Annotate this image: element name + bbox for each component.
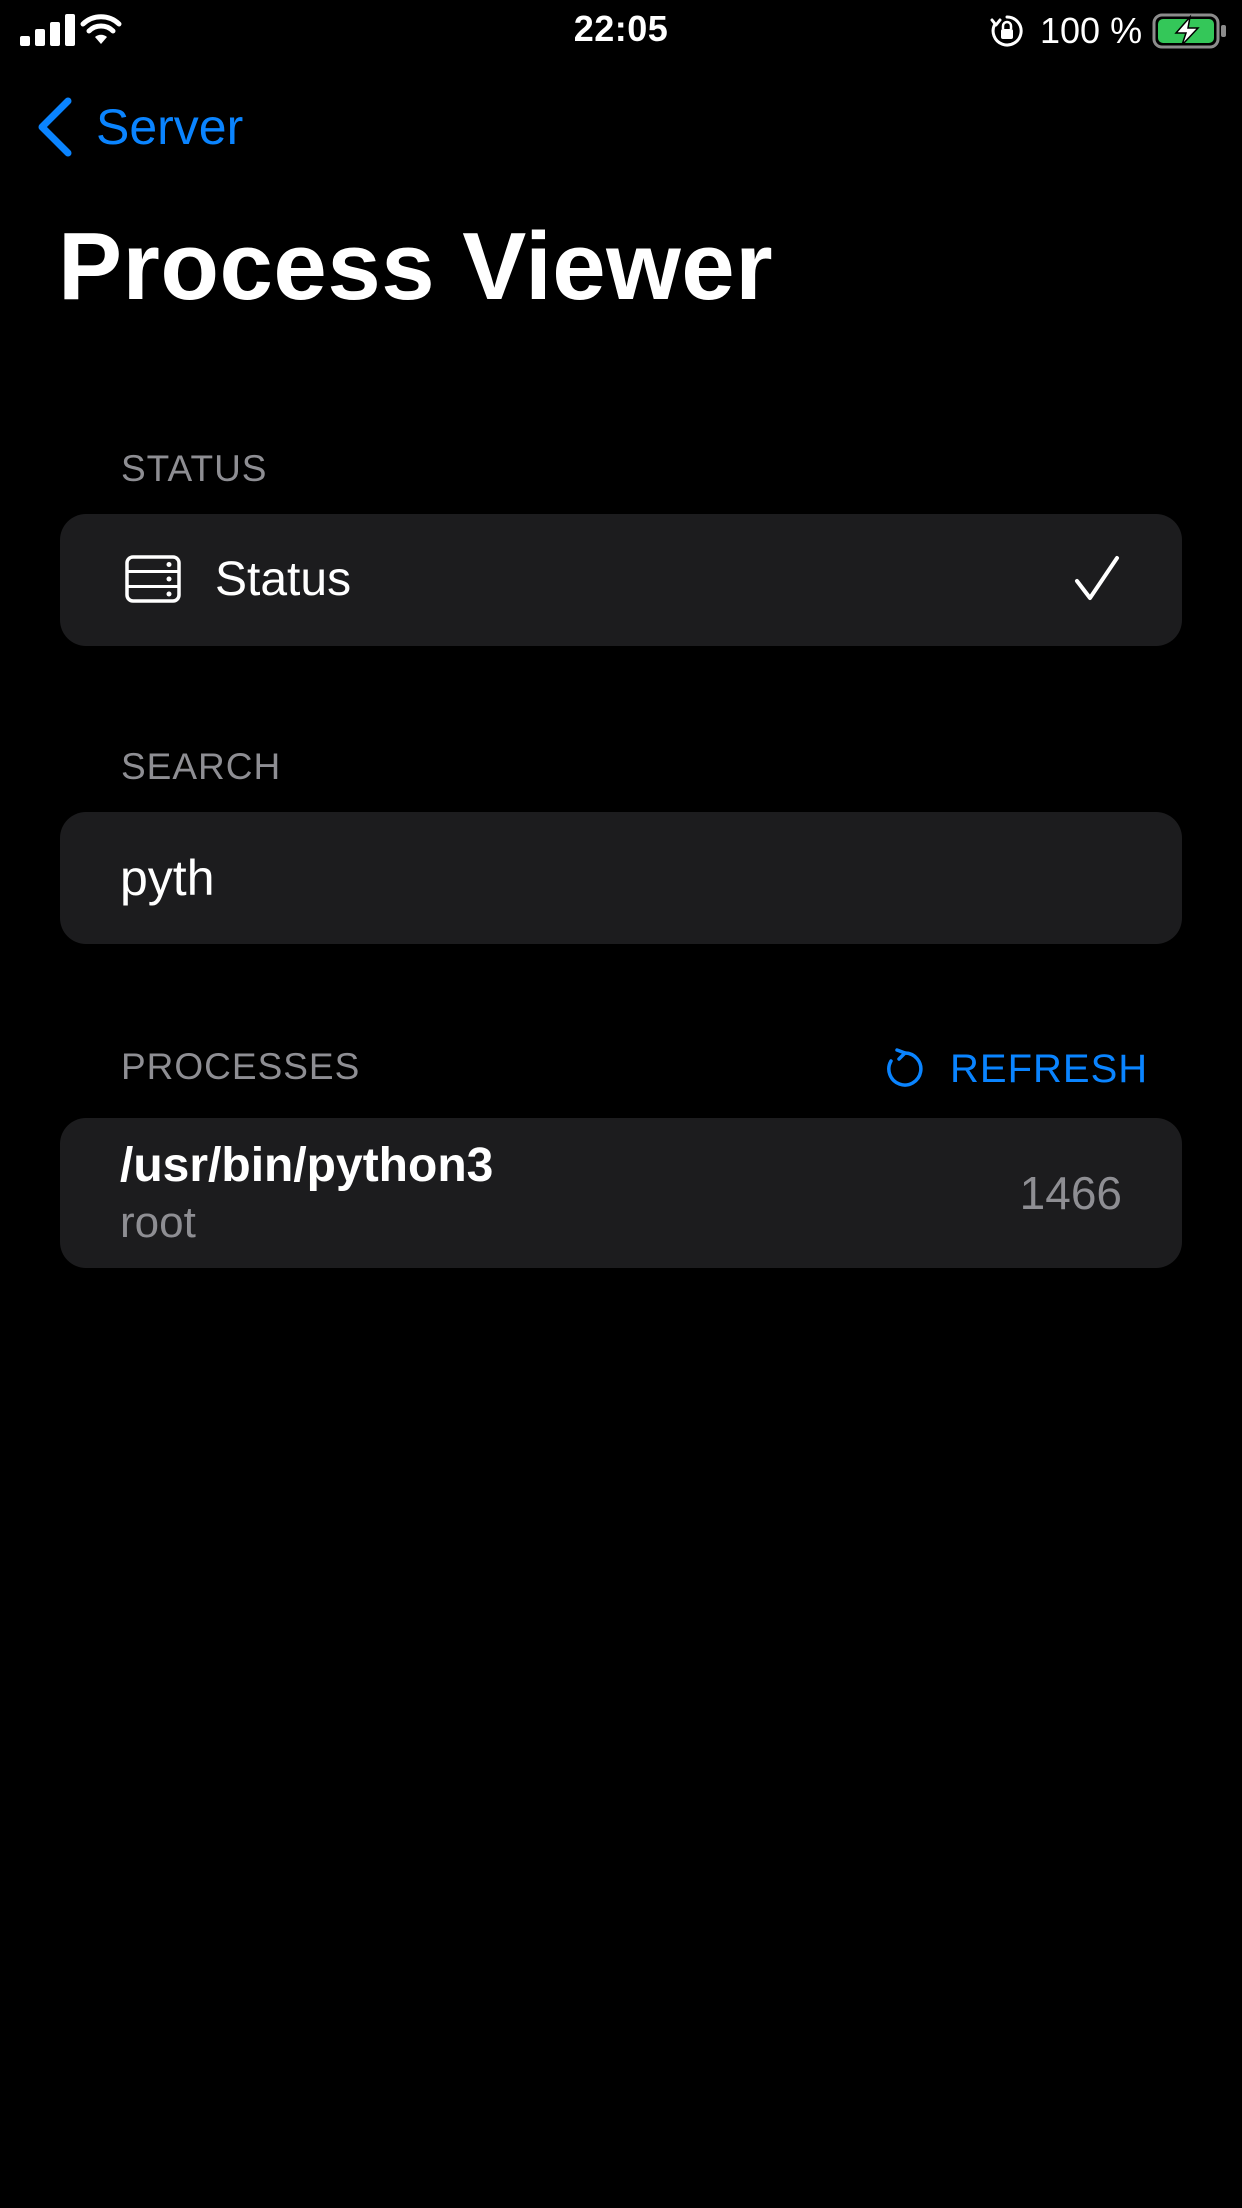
refresh-button[interactable]: REFRESH: [884, 1044, 1148, 1094]
checkmark-icon: [1075, 556, 1119, 600]
processes-section-header: PROCESSES: [121, 1046, 361, 1087]
chevron-left-icon: [38, 97, 72, 157]
back-button-label: Server: [96, 99, 244, 155]
status-row[interactable]: Status: [60, 514, 1182, 646]
refresh-button-label: REFRESH: [950, 1046, 1149, 1091]
status-row-label: Status: [215, 553, 352, 606]
server-rack-icon: [125, 555, 181, 603]
search-section-header: SEARCH: [121, 746, 282, 787]
status-section-header: STATUS: [121, 448, 268, 489]
battery-charging-icon: [1152, 13, 1226, 49]
refresh-icon: [887, 1048, 923, 1087]
back-button[interactable]: Server: [36, 92, 243, 162]
battery-percent: 100 %: [1040, 10, 1143, 51]
process-row[interactable]: /usr/bin/python3 root 1466: [60, 1118, 1182, 1268]
status-bar: 22:05 100 %: [0, 0, 1242, 62]
process-user: root: [120, 1198, 196, 1247]
search-field-container: [60, 812, 1182, 944]
process-pid: 1466: [1019, 1167, 1122, 1219]
orientation-lock-icon: [990, 15, 1023, 47]
process-name: /usr/bin/python3: [120, 1139, 494, 1192]
search-input[interactable]: [120, 812, 1120, 944]
page-title: Process Viewer: [58, 213, 774, 320]
